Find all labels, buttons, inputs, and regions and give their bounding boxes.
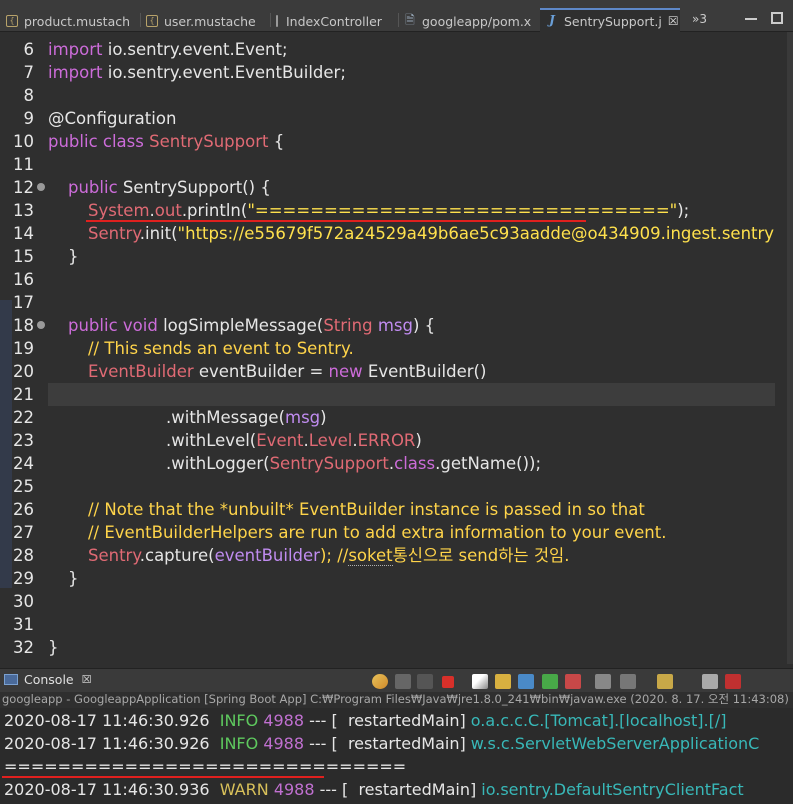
fold-toggle-icon[interactable] (37, 183, 45, 191)
console-icon (4, 674, 18, 685)
line-number: 12 (13, 178, 34, 197)
code-line: public class SentrySupport { (48, 132, 285, 151)
line-number: 13 (13, 201, 34, 220)
log-line: 2020-08-17 11:46:30.936 WARN 4988 --- [ … (4, 780, 744, 799)
code-line: .withLevel(Event.Level.ERROR) (166, 431, 422, 450)
minimize-icon[interactable] (745, 12, 757, 20)
log-line: 2020-08-17 11:46:30.926 INFO 4988 --- [ … (4, 711, 727, 730)
tab-separator (270, 13, 271, 27)
tab-label: IndexController (286, 13, 382, 29)
line-number: 27 (13, 523, 34, 542)
tab-user-mustache[interactable]: { user.mustache (146, 10, 264, 32)
line-number: 23 (13, 431, 34, 450)
clear-console-icon[interactable] (472, 674, 488, 689)
maximize-icon[interactable] (771, 12, 783, 24)
line-number: 24 (13, 454, 34, 473)
open-console-icon[interactable] (657, 674, 673, 689)
line-number: 10 (13, 132, 34, 151)
line-number: 14 (13, 224, 34, 243)
line-number: 21 (13, 385, 34, 404)
line-number: 31 (13, 615, 34, 634)
line-number: 9 (23, 109, 35, 128)
java-file-icon: J (549, 13, 555, 27)
tab-pom-xml[interactable]: 🗎 googleapp/pom.x (404, 10, 536, 32)
log-line: ============================== (4, 757, 407, 776)
line-number: 8 (23, 86, 35, 105)
line-number: 18 (13, 316, 34, 335)
show-on-stdout-icon[interactable] (542, 674, 558, 689)
mustache-file-icon: { (146, 15, 158, 27)
mustache-file-icon: { (6, 15, 18, 27)
code-comment: // Note that the *unbuilt* EventBuilder … (88, 500, 645, 519)
console-toolbar: Console ☒ (0, 668, 793, 692)
line-number: 16 (13, 270, 34, 289)
word-wrap-icon[interactable] (518, 674, 534, 689)
code-line: .withMessage(msg) (166, 408, 327, 427)
code-line: System.out.println("====================… (88, 201, 690, 220)
line-number: 19 (13, 339, 34, 358)
line-number: 11 (13, 155, 34, 174)
tab-separator (398, 13, 399, 27)
show-on-stderr-icon[interactable] (565, 674, 581, 689)
code-line: import io.sentry.event.Event; (48, 40, 288, 59)
line-number: 25 (13, 477, 34, 496)
remove-launch-icon[interactable] (395, 674, 411, 689)
scroll-lock-icon[interactable] (495, 674, 511, 689)
code-line: Sentry.init("https://e55679f572a24529a49… (88, 224, 775, 243)
tab-index-controller[interactable]: IndexController (274, 10, 394, 32)
close-view-icon[interactable] (725, 674, 741, 689)
tab-product-mustache[interactable]: { product.mustach (6, 10, 136, 32)
minimize-view-icon[interactable] (702, 674, 718, 689)
pin-console-icon[interactable] (595, 674, 611, 689)
editor-tab-bar: { product.mustach { user.mustache IndexC… (0, 0, 793, 32)
relaunch-icon[interactable] (372, 674, 388, 689)
current-line-highlight (48, 383, 775, 406)
tab-label: user.mustache (164, 13, 256, 29)
console-tab-label: Console (24, 672, 74, 687)
terminate-icon[interactable] (442, 676, 454, 688)
line-number: 17 (13, 293, 34, 312)
xml-file-icon: 🗎 (405, 13, 415, 27)
code-line: @Configuration (48, 109, 177, 128)
close-tab-icon[interactable]: ☒ (668, 14, 679, 28)
remove-all-terminated-icon[interactable] (417, 674, 433, 689)
fold-toggle-icon[interactable] (37, 321, 45, 329)
code-line: public SentrySupport() { (68, 178, 271, 197)
tab-label: SentrySupport.j (564, 13, 662, 29)
code-line: .withLogger(SentrySupport.class.getName(… (166, 454, 542, 473)
java-class-icon (276, 15, 278, 27)
tab-label: product.mustach (24, 13, 131, 29)
line-number: 7 (23, 63, 35, 82)
line-number: 28 (13, 546, 34, 565)
line-number: 32 (13, 638, 34, 657)
line-number: 29 (13, 569, 34, 588)
tab-label: googleapp/pom.x (422, 13, 532, 29)
line-number: 20 (13, 362, 34, 381)
code-line: } (48, 638, 59, 657)
code-editor[interactable]: 6 7 8 9 10 11 12 13 14 15 16 17 18 19 20… (0, 32, 787, 664)
editor-vertical-scrollbar[interactable] (787, 32, 793, 664)
console-output[interactable]: 2020-08-17 11:46:30.926 INFO 4988 --- [ … (0, 708, 793, 804)
tab-overflow-button[interactable]: »3 (692, 12, 707, 26)
line-number: 22 (13, 408, 34, 427)
tab-separator (140, 13, 141, 27)
code-line: } (68, 569, 79, 588)
code-line: EventBuilder eventBuilder = new EventBui… (88, 362, 487, 381)
line-number: 6 (23, 40, 35, 59)
line-number: 30 (13, 592, 34, 611)
code-comment: // This sends an event to Sentry. (88, 339, 354, 358)
code-comment: // EventBuilderHelpers are run to add ex… (88, 523, 667, 542)
log-line: 2020-08-17 11:46:30.926 INFO 4988 --- [ … (4, 734, 760, 753)
close-console-icon[interactable]: ☒ (82, 673, 92, 686)
tab-sentry-support[interactable]: J SentrySupport.j ☒ (540, 8, 680, 32)
code-line: import io.sentry.event.EventBuilder; (48, 63, 346, 82)
code-line: } (68, 247, 79, 266)
launch-info: googleapp - GoogleappApplication [Spring… (0, 692, 793, 708)
code-line: Sentry.capture(eventBuilder); //soket통신으… (88, 546, 570, 566)
display-selected-console-icon[interactable] (620, 674, 636, 689)
code-line: public void logSimpleMessage(String msg)… (68, 316, 436, 335)
tab-console[interactable]: Console ☒ (4, 672, 92, 687)
line-number: 15 (13, 247, 34, 266)
line-number: 26 (13, 500, 34, 519)
